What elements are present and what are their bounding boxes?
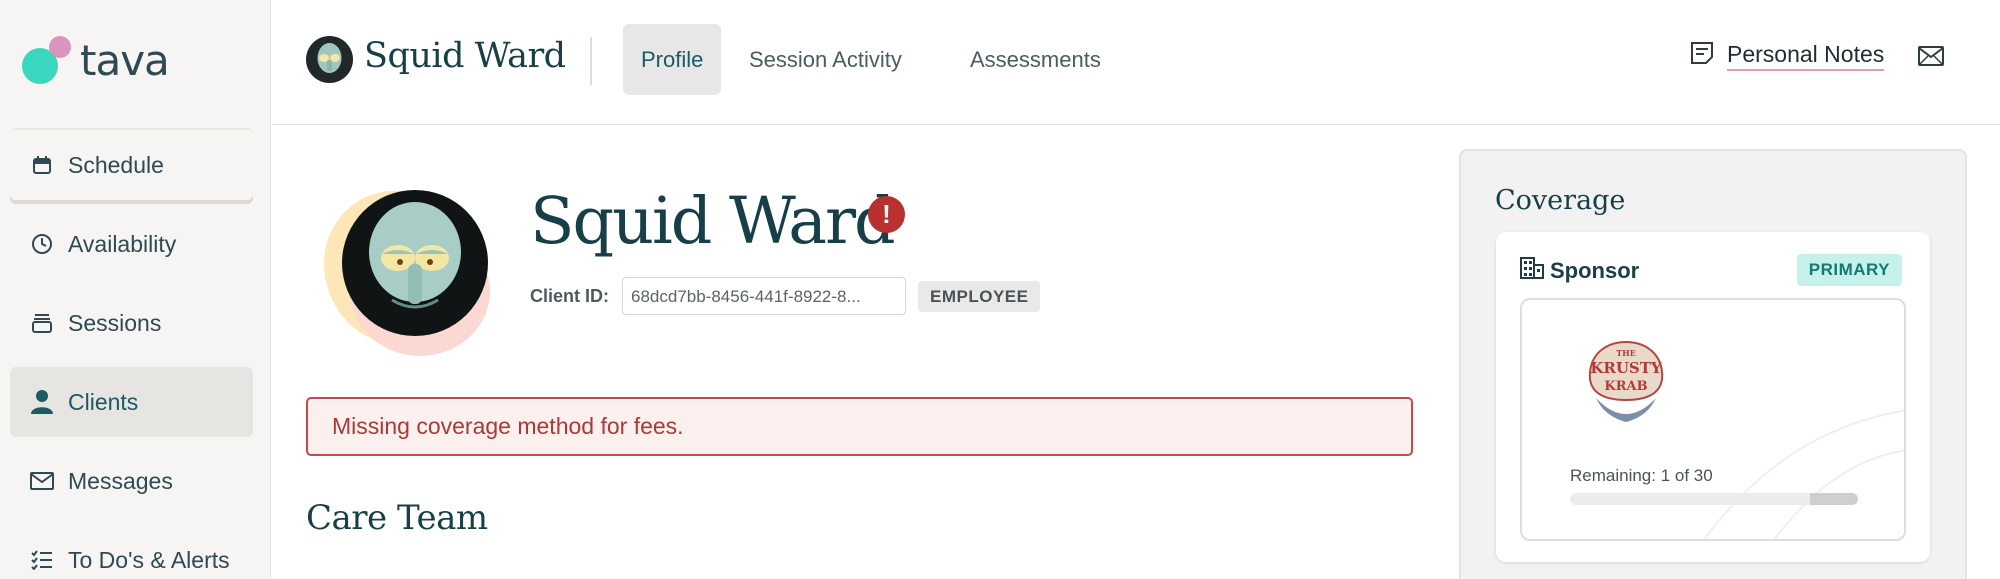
- sidebar-item-messages[interactable]: Messages: [10, 446, 253, 516]
- client-id-label: Client ID:: [530, 286, 609, 306]
- logo-text-krab: KRAB: [1604, 379, 1647, 394]
- header-client-name: Squid Ward: [364, 36, 566, 76]
- logo-text-krusty: KRUSTY: [1590, 359, 1662, 377]
- coverage-warning-banner: Missing coverage method for fees.: [306, 397, 1413, 456]
- sidebar-item-sessions[interactable]: Sessions: [10, 288, 253, 358]
- notes-icon: [1689, 40, 1715, 72]
- building-icon: [1520, 257, 1544, 285]
- sidebar-item-label: To Do's & Alerts: [68, 546, 230, 573]
- avatar-image: [342, 190, 488, 336]
- checklist-icon: [30, 548, 54, 572]
- tab-session-activity[interactable]: Session Activity: [731, 24, 920, 95]
- client-avatar-large: [320, 186, 490, 356]
- care-team-heading: Care Team: [306, 498, 488, 538]
- coverage-title: Coverage: [1495, 185, 1626, 216]
- sponsor-label: Sponsor: [1550, 258, 1640, 283]
- client-id-field[interactable]: 68dcd7bb-8456-441f-8922-8...: [622, 277, 906, 315]
- envelope-icon[interactable]: [1918, 46, 1944, 71]
- remaining-sessions-text: Remaining: 1 of 30: [1570, 466, 1713, 485]
- envelope-icon: [30, 469, 54, 493]
- alert-exclamation-icon[interactable]: !: [868, 196, 905, 233]
- tava-logo[interactable]: tava: [20, 34, 180, 90]
- logo-text: tava: [80, 36, 170, 85]
- calendar-icon: [30, 153, 54, 177]
- stack-icon: [30, 311, 54, 335]
- remaining-progress-bar: [1570, 493, 1858, 505]
- logo-text-the: THE: [1616, 348, 1636, 358]
- sidebar-item-label: Schedule: [68, 151, 164, 178]
- logo-mark-pink: [49, 36, 71, 58]
- personal-notes-link[interactable]: Personal Notes: [1689, 40, 1885, 72]
- client-type-badge: EMPLOYEE: [918, 281, 1041, 312]
- primary-badge: PRIMARY: [1796, 254, 1902, 286]
- personal-notes-label: Personal Notes: [1727, 41, 1885, 71]
- sidebar: tava Schedule Availability Sessions Clie…: [0, 0, 271, 579]
- tab-profile[interactable]: Profile: [623, 24, 722, 95]
- sidebar-item-availability[interactable]: Availability: [10, 209, 253, 279]
- sidebar-item-label: Clients: [68, 388, 139, 415]
- header-divider: [590, 37, 592, 85]
- progress-fill: [1810, 493, 1858, 505]
- person-icon: [30, 390, 54, 414]
- krusty-krab-logo: THE KRUSTY KRAB: [1586, 338, 1666, 428]
- clock-icon: [30, 232, 54, 256]
- sidebar-nav: Schedule Availability Sessions Clients M…: [10, 128, 253, 579]
- sidebar-item-clients[interactable]: Clients: [10, 367, 253, 437]
- sidebar-item-todos-alerts[interactable]: To Do's & Alerts: [10, 525, 253, 579]
- client-avatar-small: [306, 36, 353, 83]
- tab-assessments[interactable]: Assessments: [952, 24, 1119, 95]
- sidebar-item-schedule[interactable]: Schedule: [10, 128, 253, 200]
- client-name-heading: Squid Ward: [530, 184, 896, 259]
- sidebar-item-label: Messages: [68, 467, 173, 494]
- sponsor-details: THE KRUSTY KRAB Remaining: 1 of 30: [1520, 298, 1906, 541]
- sponsor-header: Sponsor: [1520, 257, 1639, 285]
- warning-text: Missing coverage method for fees.: [332, 413, 684, 439]
- sidebar-item-label: Sessions: [68, 309, 162, 336]
- sponsor-card[interactable]: Sponsor PRIMARY THE KRUSTY KRAB Remainin…: [1496, 232, 1930, 562]
- top-header: Squid Ward Profile Session Activity Asse…: [272, 0, 2000, 125]
- coverage-panel: Coverage Sponsor PRIMARY THE KRUSTY KRAB: [1459, 149, 1967, 579]
- sidebar-item-label: Availability: [68, 230, 177, 257]
